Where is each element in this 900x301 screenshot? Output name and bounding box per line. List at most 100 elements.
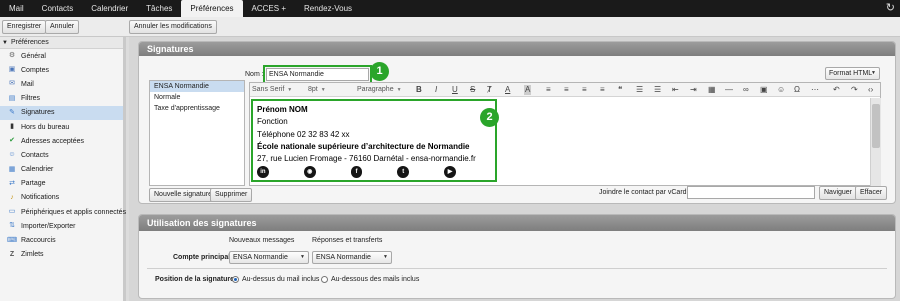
new-signature-button[interactable]: Nouvelle signature bbox=[149, 188, 217, 202]
usage-panel: Utilisation des signatures Nouveaux mess… bbox=[138, 214, 896, 299]
contacts-icon: ☺ bbox=[8, 151, 16, 159]
signature-address-line: 27, rue Lucien Fromage - 76160 Darnétal … bbox=[257, 154, 476, 164]
accounts-icon: ▣ bbox=[8, 66, 16, 74]
tab-taches[interactable]: Tâches bbox=[137, 0, 181, 17]
align-left-icon[interactable]: ≡ bbox=[546, 85, 551, 95]
list-item[interactable]: ENSA Normandie bbox=[150, 81, 244, 92]
quote-icon[interactable]: ❝ bbox=[618, 85, 622, 95]
sidebar-item-zimlets[interactable]: Z Zimlets bbox=[0, 248, 123, 262]
bold-icon[interactable]: B bbox=[416, 85, 422, 95]
calendar-icon: ▦ bbox=[8, 165, 16, 173]
top-navigation: Mail Contacts Calendrier Tâches Préféren… bbox=[0, 0, 900, 17]
image-icon[interactable]: ▣ bbox=[760, 85, 768, 95]
replies-select[interactable]: ENSA Normandie ▼ bbox=[312, 251, 392, 264]
position-below-radio[interactable] bbox=[321, 276, 328, 283]
sidebar-item-mail[interactable]: ✉ Mail bbox=[0, 77, 123, 91]
position-above-label[interactable]: Au-dessus du mail inclus bbox=[242, 276, 319, 283]
step-badge-2: 2 bbox=[480, 108, 499, 127]
text-color-icon[interactable]: A bbox=[505, 85, 510, 95]
refresh-icon[interactable]: ↻ bbox=[886, 2, 895, 15]
bell-icon: ♪ bbox=[10, 193, 14, 201]
sidebar-item-general[interactable]: ⚙ Général bbox=[0, 49, 123, 63]
new-messages-select[interactable]: ENSA Normandie ▼ bbox=[229, 251, 309, 264]
sidebar-item-signatures[interactable]: ✎ Signatures bbox=[0, 105, 123, 120]
sidebar-item-adresses-acceptees[interactable]: ✔ Adresses acceptées bbox=[0, 134, 123, 148]
sidebar-header[interactable]: ▼ Préférences bbox=[0, 37, 123, 49]
redo-icon[interactable]: ↷ bbox=[851, 85, 858, 95]
chevron-down-icon: ▼ bbox=[287, 87, 293, 93]
browse-button[interactable]: Naviguer bbox=[819, 186, 858, 200]
facebook-icon[interactable]: f bbox=[350, 166, 363, 179]
step-badge-1: 1 bbox=[370, 62, 389, 81]
emoji-icon[interactable]: ☺ bbox=[777, 85, 785, 95]
highlight-color-icon[interactable]: A bbox=[524, 85, 532, 95]
signature-content[interactable]: Prénom NOM Fonction Téléphone 02 32 83 4… bbox=[251, 99, 497, 182]
sidebar-item-comptes[interactable]: ▣ Comptes bbox=[0, 63, 123, 77]
delete-signature-button[interactable]: Supprimer bbox=[210, 188, 253, 202]
sidebar-item-importer-exporter[interactable]: ⇅ Importer/Exporter bbox=[0, 219, 123, 233]
clear-format-icon[interactable]: Ⱦ bbox=[487, 85, 492, 95]
indent-icon[interactable]: ⇥ bbox=[690, 85, 697, 95]
youtube-icon[interactable]: ▶ bbox=[444, 166, 456, 179]
position-below-label[interactable]: Au-dessous des mails inclus bbox=[331, 276, 419, 283]
undo-icon[interactable]: ↶ bbox=[833, 85, 840, 95]
format-select[interactable]: Format HTML ▼ bbox=[825, 67, 880, 80]
link-icon[interactable]: ∞ bbox=[743, 85, 749, 95]
cancel-changes-button[interactable]: Annuler les modifications bbox=[129, 20, 217, 34]
table-icon[interactable]: ▦ bbox=[708, 85, 716, 95]
sidebar-item-partage[interactable]: ⇄ Partage bbox=[0, 177, 123, 191]
bullet-list-icon[interactable]: ☰ bbox=[636, 85, 643, 95]
share-icon: ⇄ bbox=[9, 179, 15, 187]
justify-icon[interactable]: ≡ bbox=[600, 85, 605, 95]
vcard-input[interactable] bbox=[687, 186, 815, 199]
sidebar-item-calendrier[interactable]: ▦ Calendrier bbox=[0, 163, 123, 177]
signature-phone-line: Téléphone 02 32 83 42 xx bbox=[257, 129, 350, 139]
account-label: Compte principal: bbox=[173, 254, 233, 261]
cancel-button[interactable]: Annuler bbox=[45, 20, 80, 34]
tab-preferences[interactable]: Préférences bbox=[181, 0, 243, 17]
tab-mail[interactable]: Mail bbox=[0, 0, 33, 17]
filter-icon: ▤ bbox=[8, 94, 16, 102]
list-item[interactable]: Normale bbox=[150, 92, 244, 103]
social-icons: in ◉ f t ▶ bbox=[257, 166, 491, 179]
outdent-icon[interactable]: ⇤ bbox=[672, 85, 679, 95]
editor-scrollbar[interactable] bbox=[870, 98, 881, 186]
scrollbar-thumb[interactable] bbox=[872, 104, 880, 148]
align-center-icon[interactable]: ≡ bbox=[564, 85, 569, 95]
source-code-icon[interactable]: ‹› bbox=[868, 85, 873, 95]
sidebar-item-filtres[interactable]: ▤ Filtres bbox=[0, 92, 123, 106]
sidebar-item-contacts[interactable]: ☺ Contacts bbox=[0, 148, 123, 162]
toolbar: Enregistrer Annuler Annuler les modifica… bbox=[0, 17, 900, 37]
position-above-radio[interactable] bbox=[232, 276, 239, 283]
linkedin-icon[interactable]: in bbox=[257, 166, 269, 179]
special-char-icon[interactable]: Ω bbox=[794, 85, 800, 95]
italic-icon[interactable]: I bbox=[435, 85, 437, 95]
font-size-select[interactable]: 8pt ▼ bbox=[308, 85, 326, 95]
chevron-down-icon: ▼ bbox=[300, 254, 305, 260]
align-right-icon[interactable]: ≡ bbox=[582, 85, 587, 95]
save-button[interactable]: Enregistrer bbox=[2, 20, 47, 34]
twitter-icon[interactable]: t bbox=[397, 166, 410, 179]
collapse-triangle-icon[interactable]: ▼ bbox=[2, 40, 8, 46]
numbered-list-icon[interactable]: ☰ bbox=[654, 85, 661, 95]
tab-acces[interactable]: ACCES + bbox=[243, 0, 295, 17]
strikethrough-icon[interactable]: S bbox=[470, 85, 475, 95]
tab-contacts[interactable]: Contacts bbox=[33, 0, 83, 17]
tab-rendez-vous[interactable]: Rendez-Vous bbox=[295, 0, 361, 17]
horizontal-rule-icon[interactable]: — bbox=[725, 85, 733, 95]
position-label: Position de la signature : bbox=[155, 276, 239, 283]
sidebar: ▼ Préférences ⚙ Général ▣ Comptes ✉ Mail ▤ Fi… bbox=[0, 37, 126, 301]
sidebar-item-raccourcis[interactable]: ⌨ Raccourcis bbox=[0, 233, 123, 247]
sidebar-item-peripheriques[interactable]: ▭ Périphériques et applis connectés bbox=[0, 205, 126, 219]
sidebar-item-notifications[interactable]: ♪ Notifications bbox=[0, 191, 123, 205]
clear-button[interactable]: Effacer bbox=[855, 186, 888, 200]
more-icon[interactable]: ⋯ bbox=[811, 85, 819, 95]
list-item[interactable]: Taxe d'apprentissage bbox=[150, 103, 244, 114]
instagram-icon[interactable]: ◉ bbox=[303, 166, 316, 179]
sidebar-item-hors-du-bureau[interactable]: ▮ Hors du bureau bbox=[0, 120, 123, 134]
tab-calendrier[interactable]: Calendrier bbox=[82, 0, 137, 17]
paragraph-select[interactable]: Paragraphe ▼ bbox=[357, 85, 402, 95]
font-family-select[interactable]: Sans Serif ▼ bbox=[252, 85, 292, 95]
underline-icon[interactable]: U bbox=[452, 85, 458, 95]
signature-function-line: Fonction bbox=[257, 117, 288, 127]
